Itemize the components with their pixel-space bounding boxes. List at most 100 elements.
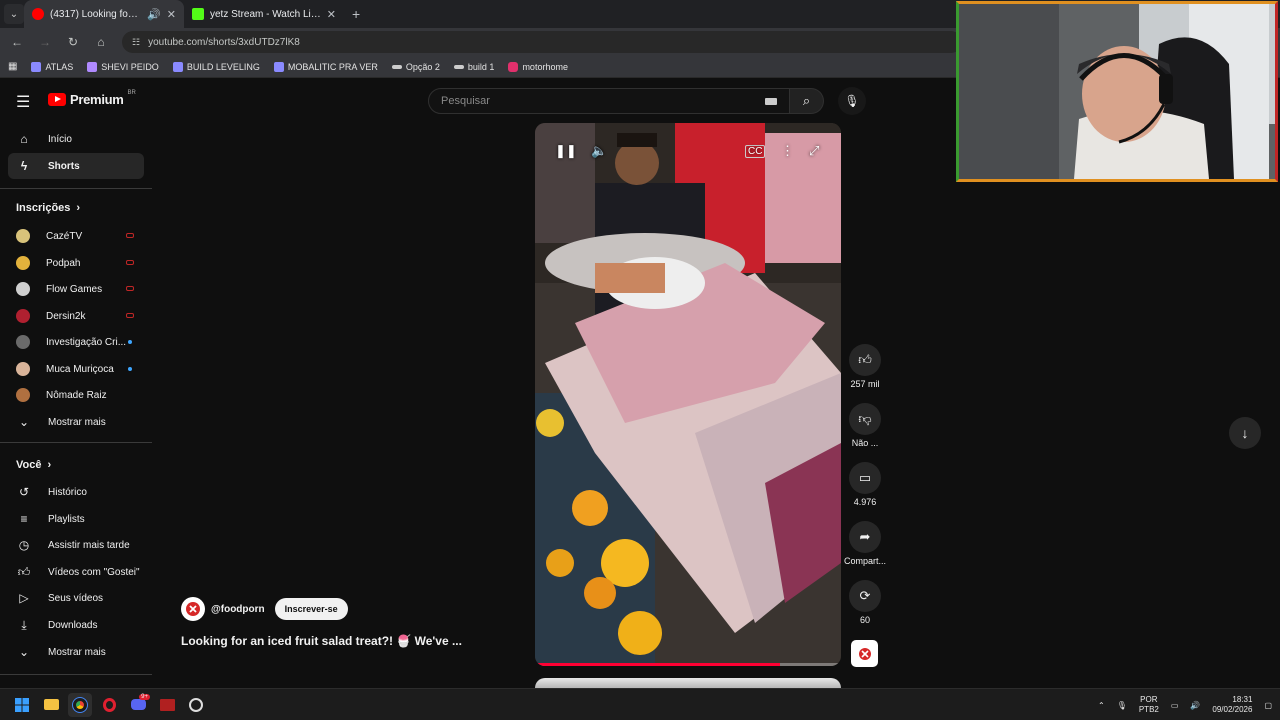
start-button[interactable] [10, 693, 34, 717]
dislike-button[interactable]: 👎︎ [849, 403, 881, 435]
subscribe-button[interactable]: Inscrever-se [274, 598, 348, 620]
volume-icon[interactable]: 🔊 [1190, 701, 1200, 710]
youtube-logo[interactable]: Premium BR [48, 89, 136, 107]
sidebar-item-watch-later[interactable]: ◷ Assistir mais tarde [8, 532, 144, 558]
country-code: BR [127, 89, 136, 96]
tab-search-button[interactable]: ⌄ [4, 4, 24, 24]
show-more-subscriptions[interactable]: ⌄ Mostrar mais [8, 409, 144, 435]
close-tab-icon[interactable]: ✕ [327, 8, 336, 21]
webcam-overlay [956, 1, 1278, 182]
taskbar-opera[interactable] [97, 693, 121, 717]
taskbar-obs[interactable] [184, 693, 208, 717]
subscriptions-header[interactable]: Inscrições › [16, 202, 80, 214]
you-header[interactable]: Você › [16, 459, 51, 471]
link-icon [391, 64, 402, 69]
volume-icon[interactable]: 🔈 [591, 143, 607, 159]
chevron-right-icon: › [76, 202, 81, 214]
sidebar-item-history[interactable]: ↺ Histórico [8, 479, 144, 505]
taskbar-stream-app[interactable] [155, 693, 179, 717]
back-icon[interactable]: ← [10, 35, 24, 49]
sidebar-item-subscription[interactable]: CazéTV [8, 223, 144, 249]
sidebar-item-home[interactable]: ⌂ Início [8, 126, 144, 152]
menu-icon[interactable]: ☰ [16, 92, 30, 112]
notifications-icon[interactable]: ▢ [1264, 701, 1272, 710]
site-info-icon[interactable]: ☷ [132, 37, 140, 48]
fullscreen-icon[interactable]: ⤢ [809, 143, 819, 159]
new-tab-icon[interactable]: + [352, 6, 360, 22]
sidebar-item-subscription[interactable]: Podpah [8, 250, 144, 276]
comments-button[interactable]: ▭ [849, 462, 881, 494]
tab-title: yetz Stream - Watch Live on Kic [210, 8, 321, 20]
bookmark-item[interactable]: build 1 [453, 62, 494, 72]
avatar [16, 388, 30, 402]
brand-name: Premium [70, 92, 124, 107]
language-indicator[interactable]: POR PTB2 [1139, 695, 1159, 715]
bookmark-item[interactable]: SHEVI PEIDO [87, 61, 159, 72]
opera-icon [102, 697, 116, 712]
remix-button[interactable]: ⟳ [849, 580, 881, 612]
voice-search-button[interactable]: 🎙 [838, 87, 866, 115]
taskbar-chrome[interactable] [68, 692, 92, 717]
new-content-indicator [128, 340, 132, 344]
apps-grid-icon[interactable]: ▦ [8, 61, 17, 72]
tab-youtube[interactable]: (4317) Looking for an iced f 🔊 ✕ [24, 0, 184, 28]
clock-icon: ◷ [18, 538, 30, 552]
avatar [16, 362, 30, 376]
speaker-icon[interactable]: 🔊 [147, 8, 161, 21]
search-button[interactable]: ⌕ [790, 88, 824, 114]
reload-icon[interactable]: ↻ [66, 35, 80, 49]
bookmark-item[interactable]: BUILD LEVELING [172, 61, 260, 72]
divider [0, 188, 152, 189]
remix-icon: ⟳ [859, 588, 871, 603]
next-short-button[interactable]: ↓ [1229, 417, 1261, 449]
shorts-icon: ϟ [20, 159, 28, 173]
sidebar-item-subscription[interactable]: Nômade Raiz [8, 382, 144, 408]
pause-icon[interactable]: ❚❚ [555, 143, 577, 159]
tab-kick[interactable]: yetz Stream - Watch Live on Kic ✕ [184, 0, 344, 28]
sidebar-item-shorts[interactable]: ϟ Shorts [8, 153, 144, 179]
microphone-icon[interactable]: 🎙 [1117, 701, 1127, 710]
sidebar-item-your-videos[interactable]: ▷ Seus vídeos [8, 585, 144, 611]
sidebar-item-subscription[interactable]: Dersin2k [8, 303, 144, 329]
sidebar-item-liked-videos[interactable]: 👍︎ Vídeos com "Gostei" [8, 559, 144, 585]
bookmark-item[interactable]: motorhome [508, 61, 568, 72]
chevron-right-icon: › [47, 459, 52, 471]
sound-channel-thumbnail[interactable] [851, 640, 878, 667]
keyboard-icon[interactable] [765, 98, 777, 105]
remix-count: 60 [859, 615, 870, 625]
share-button[interactable]: ➦ [849, 521, 881, 553]
channel-avatar[interactable] [181, 597, 205, 621]
short-video-player[interactable]: ❚❚ 🔈 CC ⋮ ⤢ [535, 123, 841, 666]
network-icon[interactable]: ▭ [1171, 701, 1179, 710]
link-icon [453, 64, 464, 69]
home-icon[interactable]: ⌂ [94, 35, 108, 49]
progress-bar[interactable] [535, 663, 841, 666]
channel-name[interactable]: @foodporn [211, 604, 265, 615]
sidebar-item-subscription[interactable]: Muca Muriçoca [8, 356, 144, 382]
close-tab-icon[interactable]: ✕ [167, 8, 176, 21]
sidebar-item-downloads[interactable]: ⤓ Downloads [8, 612, 144, 638]
bookmark-item[interactable]: MOBALITIC PRA VER [273, 61, 378, 72]
search-input[interactable]: Pesquisar [428, 88, 790, 114]
taskbar-discord[interactable]: 9+ [126, 693, 150, 717]
more-options-icon[interactable]: ⋮ [781, 143, 794, 159]
forward-icon[interactable]: → [38, 35, 52, 49]
bookmark-item[interactable]: ATLAS [31, 61, 73, 72]
bookmark-item[interactable]: Opção 2 [391, 62, 440, 72]
sidebar-item-playlists[interactable]: ≡ Playlists [8, 506, 144, 532]
like-button[interactable]: 👍︎ [849, 344, 881, 376]
shield-icon [31, 61, 42, 72]
sidebar-item-subscription[interactable]: Flow Games [8, 276, 144, 302]
captions-icon[interactable]: CC [745, 145, 766, 158]
youtube-play-icon [48, 93, 66, 106]
arrow-down-icon: ↓ [1241, 425, 1249, 441]
short-title[interactable]: Looking for an iced fruit salad treat?! … [181, 634, 462, 648]
stream-app-icon [159, 698, 175, 711]
taskbar-file-explorer[interactable] [39, 693, 63, 717]
show-more-you[interactable]: ⌄ Mostrar mais [8, 639, 144, 665]
chevron-up-icon[interactable]: ⌃ [1098, 701, 1105, 710]
thumbs-up-icon: 👍︎ [17, 564, 31, 579]
clock[interactable]: 18:31 09/02/2026 [1212, 695, 1252, 715]
sidebar-item-subscription[interactable]: Investigação Cri... [8, 329, 144, 355]
url-field[interactable]: ☷ youtube.com/shorts/3xdUTDz7lK8 [122, 31, 962, 53]
